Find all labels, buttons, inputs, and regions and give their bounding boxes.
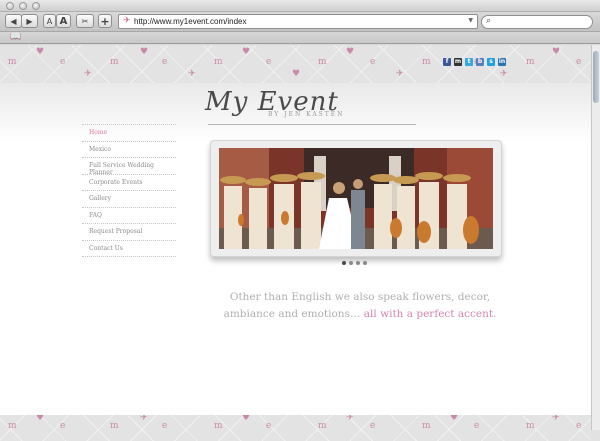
forward-button[interactable]: ▶ [21, 14, 38, 28]
scrollbar-thumb[interactable] [593, 51, 599, 103]
address-bar[interactable]: ✈ http://www.my1event.com/index ▼ [118, 14, 478, 29]
tagline: Other than English we also speak flowers… [220, 289, 500, 323]
twitter-icon[interactable]: t [465, 58, 473, 66]
pattern-motif: ✈ [552, 415, 560, 423]
photo-scene [219, 148, 493, 249]
vertical-scrollbar[interactable] [591, 45, 600, 441]
pattern-motif: e [266, 57, 272, 67]
pattern-motif: ♥ [552, 47, 561, 57]
pattern-motif: e [162, 57, 168, 67]
pattern-motif: m [110, 57, 119, 67]
pattern-motif: e [576, 421, 582, 431]
pattern-motif: m [422, 421, 431, 431]
pattern-motif: ♥ [242, 415, 251, 423]
slide-dot[interactable] [349, 261, 353, 265]
pattern-motif: m [8, 57, 17, 67]
pattern-motif: e [60, 57, 66, 67]
nav-item-faq[interactable]: FAQ [82, 206, 176, 224]
zoom-window-button[interactable] [32, 2, 40, 10]
pattern-motif: ♥ [36, 47, 45, 57]
pattern-motif: e [370, 57, 376, 67]
pattern-motif: m [526, 421, 535, 431]
nav-divider [82, 256, 176, 257]
pattern-motif: ♥ [242, 47, 251, 57]
bookmarks-icon[interactable]: 📖 [10, 32, 21, 42]
slideshow-frame [210, 140, 502, 257]
close-window-button[interactable] [6, 2, 14, 10]
text-smaller-button[interactable]: A [43, 14, 56, 28]
pattern-motif: m [214, 57, 223, 67]
nav-item-wedding-planner[interactable]: Full Service Wedding Planner [82, 157, 176, 176]
web-page: m ♥ e ✈ m ♥ e ✈ m ♥ e ♥ m ♥ e ✈ m e ✈ m … [0, 45, 591, 441]
minimize-window-button[interactable] [19, 2, 27, 10]
pattern-motif: m [110, 421, 119, 431]
skype-icon[interactable]: s [487, 58, 495, 66]
pattern-motif: ♥ [36, 415, 45, 423]
url-text: http://www.my1event.com/index [134, 17, 247, 26]
tagline-accent: all with a perfect accent. [363, 308, 497, 320]
wedding-photo[interactable] [219, 148, 493, 249]
nav-item-request-proposal[interactable]: Request Proposal [82, 223, 176, 240]
site-favicon-icon: ✈ [123, 16, 131, 26]
snip-icon: ✂ [81, 16, 89, 26]
pattern-motif: e [474, 421, 480, 431]
facebook-icon[interactable]: f [443, 58, 451, 66]
pattern-motif: ♥ [292, 69, 301, 79]
text-bigger-button[interactable]: A [56, 14, 71, 28]
forward-icon: ▶ [26, 16, 33, 26]
header-divider [208, 124, 416, 125]
pattern-motif: ✈ [188, 69, 196, 79]
pattern-motif: m [422, 57, 431, 67]
nav-item-gallery[interactable]: Gallery [82, 190, 176, 207]
main-nav: Home Mexico Full Service Wedding Planner… [82, 124, 176, 257]
pattern-motif: e [576, 57, 582, 67]
dropdown-icon[interactable]: ▼ [468, 17, 473, 24]
logo-subtitle: BY JEN KASTEN [268, 111, 345, 118]
pattern-motif: ♥ [450, 415, 459, 423]
pattern-motif: ✈ [500, 69, 508, 79]
pattern-motif: ✈ [346, 415, 354, 423]
search-input[interactable]: ⌕ [481, 15, 593, 29]
slide-dot[interactable] [342, 261, 346, 265]
pattern-motif: ✈ [84, 69, 92, 79]
nav-item-mexico[interactable]: Mexico [82, 140, 176, 158]
pattern-motif: e [60, 421, 66, 431]
pattern-motif: e [162, 421, 168, 431]
blog-icon[interactable]: b [476, 58, 484, 66]
pattern-motif: e [370, 421, 376, 431]
nav-item-home[interactable]: Home [82, 124, 176, 141]
nav-item-contact-us[interactable]: Contact Us [82, 239, 176, 257]
pattern-motif: m [526, 57, 535, 67]
slide-dot[interactable] [356, 261, 360, 265]
title-bar [0, 0, 600, 12]
pattern-motif: m [318, 421, 327, 431]
add-label: + [100, 14, 110, 28]
pattern-motif: ✈ [140, 415, 148, 423]
pattern-motif: e [266, 421, 272, 431]
pattern-motif: m [8, 421, 17, 431]
myspace-icon[interactable]: m [454, 58, 462, 66]
linkedin-icon[interactable]: in [498, 58, 506, 66]
back-button[interactable]: ◀ [5, 14, 22, 28]
text-smaller-label: A [46, 16, 53, 26]
pattern-motif: ♥ [346, 47, 355, 57]
pattern-motif: m [318, 57, 327, 67]
snip-button[interactable]: ✂ [76, 14, 94, 28]
toolbar: ◀ ▶ A A ✂ + ✈ http://www.my1event.com/in… [0, 12, 600, 32]
pattern-motif: ✈ [396, 69, 404, 79]
back-icon: ◀ [10, 16, 17, 26]
pattern-motif: m [214, 421, 223, 431]
slide-dot[interactable] [363, 261, 367, 265]
resize-grip[interactable] [591, 430, 600, 441]
pattern-motif: ♥ [140, 47, 149, 57]
text-bigger-label: A [59, 15, 68, 27]
add-bookmark-button[interactable]: + [98, 14, 112, 28]
bookmarks-bar: 📖 [0, 32, 600, 44]
footer-pattern: m ♥ e m ✈ e m ♥ e m ✈ e m ♥ e m ✈ e [0, 415, 591, 441]
site-logo[interactable]: My Event BY JEN KASTEN [205, 87, 365, 123]
search-icon: ⌕ [486, 16, 492, 26]
